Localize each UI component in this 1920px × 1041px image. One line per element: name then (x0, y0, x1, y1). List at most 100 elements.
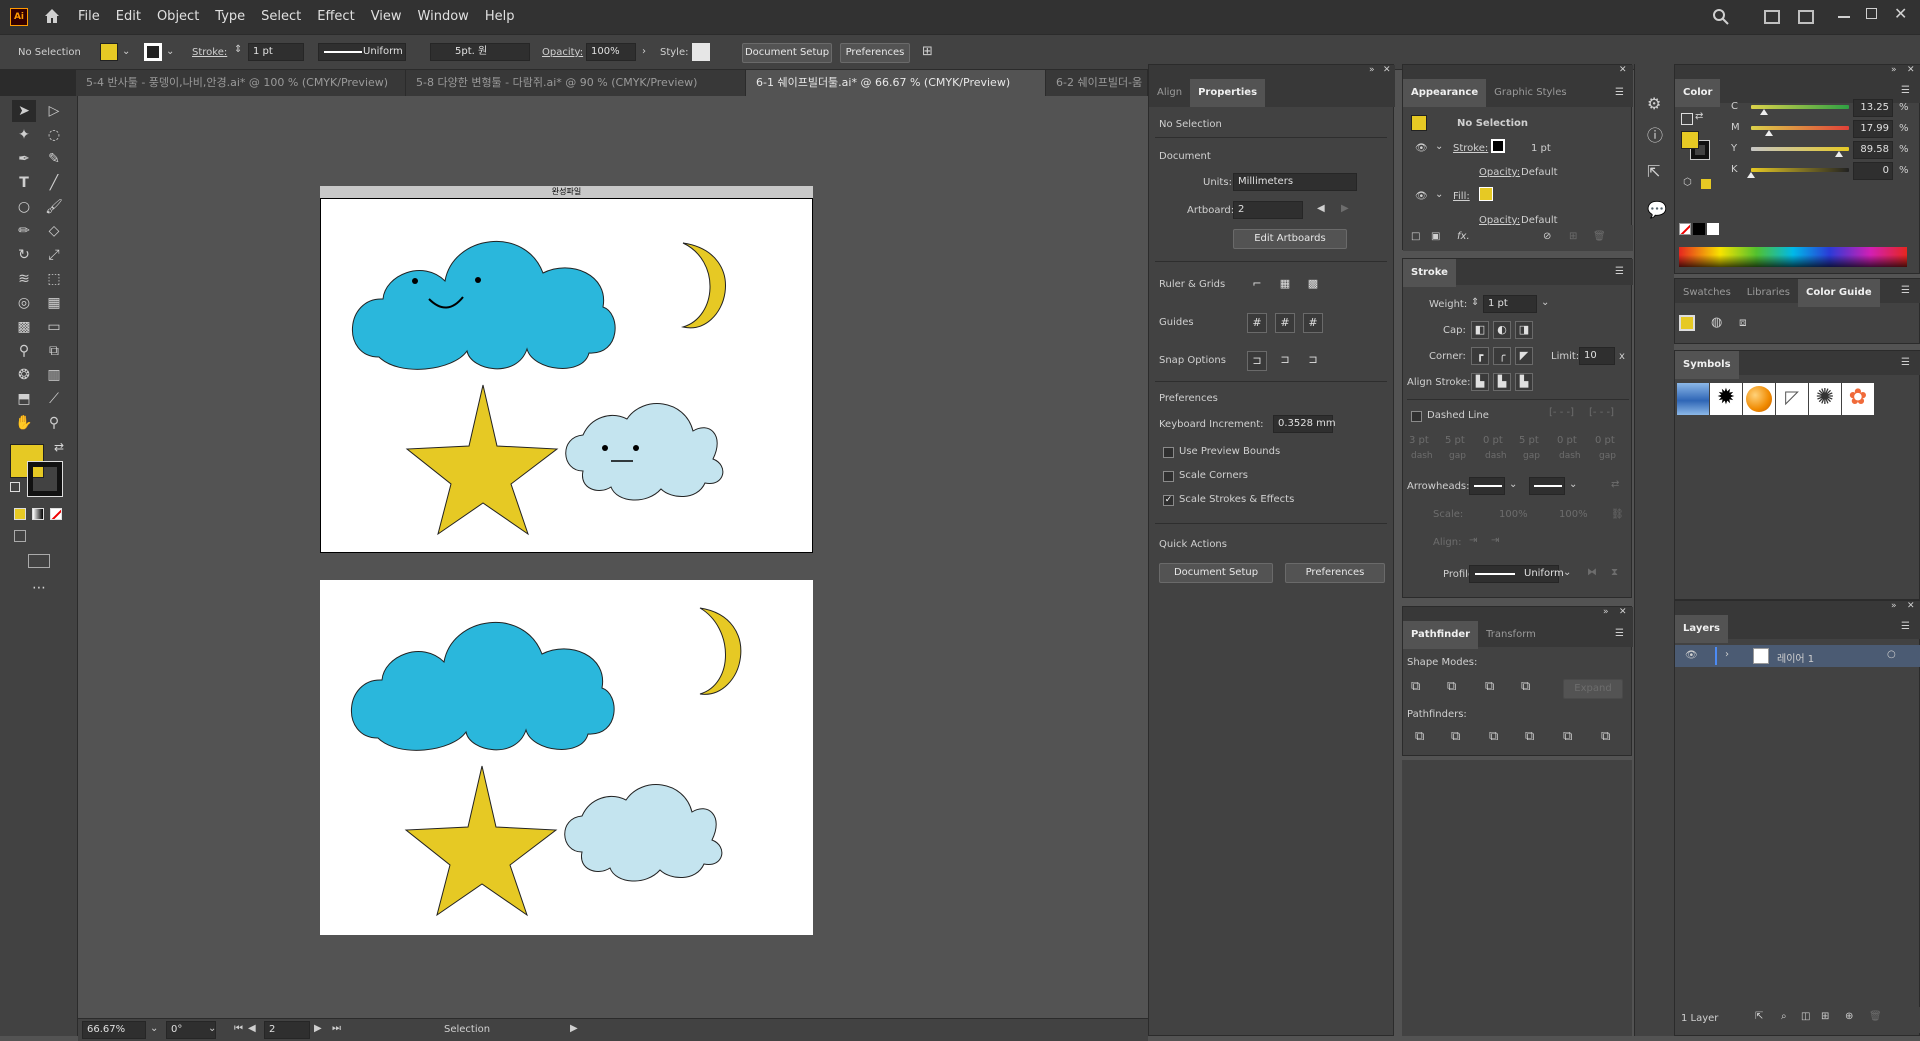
transparency-grid-icon[interactable]: ▩ (1303, 275, 1323, 295)
use-preview-bounds-checkbox[interactable] (1163, 447, 1174, 458)
symbol-splat[interactable]: ✹ (1710, 383, 1742, 415)
style-swatch[interactable] (692, 43, 710, 61)
type-tool-icon[interactable]: T (12, 172, 36, 194)
locate-object-icon[interactable]: ⌕ (1781, 1011, 1787, 1022)
none-swatch[interactable] (1679, 223, 1691, 235)
perspective-icon[interactable]: ▦ (42, 292, 66, 314)
new-layer-icon[interactable]: ⊕ (1845, 1011, 1853, 1022)
chevron-right-icon[interactable]: › (642, 46, 646, 57)
properties-icon[interactable]: ⚙ (1647, 94, 1661, 113)
slider-thumb-icon[interactable] (1834, 151, 1843, 157)
chevron-down-icon[interactable]: ⌄ (1435, 189, 1443, 200)
doc-tab-2[interactable]: 5-8 다양한 변형툴 - 다람쥐.ai* @ 90 % (CMYK/Previ… (406, 70, 746, 96)
dash-1[interactable]: 3 pt (1409, 435, 1429, 446)
smart-guides-icon[interactable]: # (1303, 313, 1323, 333)
symbol-orange-orb[interactable] (1743, 383, 1775, 415)
collapse-icon[interactable]: » (1369, 65, 1375, 75)
white-swatch[interactable] (1707, 223, 1719, 235)
scale-icon[interactable]: ⤢ (42, 244, 66, 266)
merge-icon[interactable]: ⧉ (1489, 729, 1498, 744)
trim-icon[interactable]: ⧉ (1451, 729, 1460, 744)
menu-object[interactable]: Object (149, 0, 207, 34)
symbol-paper[interactable]: ◸ (1776, 383, 1808, 415)
artboard-2[interactable] (320, 580, 813, 935)
symbol-flower[interactable]: ✿ (1842, 383, 1874, 415)
export-layer-icon[interactable]: ⇱ (1755, 1011, 1763, 1022)
export-icon[interactable]: ⇱ (1647, 162, 1660, 181)
menu-effect[interactable]: Effect (309, 0, 362, 34)
eye-icon[interactable]: 👁 (1415, 191, 1428, 202)
stroke-row-label[interactable]: Stroke: (1453, 143, 1488, 154)
layer-row[interactable]: 👁 › 레이어 1 ○ (1675, 645, 1920, 667)
add-fill-icon[interactable]: ▣ (1431, 231, 1440, 242)
chevron-down-icon[interactable]: ⌄ (150, 1023, 158, 1034)
dashed-line-checkbox[interactable] (1411, 411, 1422, 422)
arrange-documents-icon[interactable]: ⊞ (922, 44, 933, 59)
collapse-icon[interactable]: » (1891, 601, 1897, 611)
tab-stroke[interactable]: Stroke (1403, 259, 1456, 287)
expand-layer-icon[interactable]: › (1725, 649, 1729, 660)
panel-menu-icon[interactable]: ☰ (1615, 628, 1624, 639)
graph-icon[interactable]: ▥ (42, 364, 66, 386)
chevron-down-icon[interactable]: ⌄ (1569, 479, 1577, 490)
prev-artboard-icon[interactable]: ◀ (1317, 203, 1325, 214)
outline-icon[interactable]: ⧉ (1563, 729, 1572, 744)
add-stroke-icon[interactable]: □ (1411, 231, 1420, 242)
home-icon[interactable] (42, 6, 62, 26)
tab-symbols[interactable]: Symbols (1675, 351, 1739, 379)
tab-libraries[interactable]: Libraries (1739, 279, 1798, 307)
round-cap-icon[interactable]: ◐ (1493, 321, 1511, 339)
artboard-navigator[interactable]: 2 (264, 1021, 310, 1039)
eye-icon[interactable]: 👁 (1415, 143, 1428, 154)
gap-1[interactable]: 5 pt (1445, 435, 1465, 446)
swap-colors-icon[interactable]: ⇄ (54, 440, 64, 454)
delete-item-icon[interactable]: 🗑 (1593, 231, 1606, 242)
symbol-sprayer-icon[interactable]: ❂ (12, 364, 36, 386)
channel-slider[interactable] (1751, 168, 1849, 172)
close-icon[interactable]: ✕ (1907, 601, 1915, 611)
opacity-label[interactable]: Opacity: (542, 47, 583, 58)
preferences-button[interactable]: Preferences (840, 43, 910, 63)
panel-menu-icon[interactable]: ☰ (1901, 357, 1910, 368)
slider-thumb-icon[interactable] (1759, 109, 1768, 115)
align-inside-icon[interactable]: ▙ (1493, 373, 1511, 391)
panel-menu-icon[interactable]: ☰ (1901, 285, 1910, 296)
ruler-icon[interactable]: ⌐ (1247, 275, 1267, 295)
doc-tab-1[interactable]: 5-4 반사툴 - 풍뎅이,나비,안경.ai* @ 100 % (CMYK/Pr… (76, 70, 406, 96)
prev-artboard-icon[interactable]: ◀ (248, 1023, 256, 1034)
stepper-icon[interactable]: ⇕ (1471, 297, 1479, 308)
symbol-blue-banner[interactable] (1677, 383, 1709, 415)
chevron-down-icon[interactable]: ⌄ (1563, 567, 1571, 578)
curvature-tool-icon[interactable]: ✎ (42, 148, 66, 170)
rotate-icon[interactable]: ↻ (12, 244, 36, 266)
channel-value-field[interactable]: 17.99 (1853, 120, 1893, 138)
snap-point-icon[interactable]: ⊐ (1247, 351, 1267, 371)
free-transform-icon[interactable]: ⬚ (42, 268, 66, 290)
link-scale-icon[interactable]: ⛓ (1611, 509, 1624, 520)
selection-tool-icon[interactable]: ➤ (12, 100, 36, 122)
slice-icon[interactable]: ⟋ (42, 388, 66, 410)
panel-menu-icon[interactable]: ☰ (1901, 85, 1910, 96)
align-outside-icon[interactable]: ▙ (1515, 373, 1533, 391)
tab-properties[interactable]: Properties (1190, 79, 1266, 107)
menu-edit[interactable]: Edit (108, 0, 149, 34)
stroke-row-swatch[interactable] (1491, 139, 1505, 153)
magic-wand-icon[interactable]: ✦ (12, 124, 36, 146)
screen-mode-icon[interactable] (28, 554, 50, 568)
mesh-icon[interactable]: ▩ (12, 316, 36, 338)
status-menu-icon[interactable]: ▶ (570, 1023, 578, 1034)
stroke-swatch[interactable] (144, 43, 162, 61)
next-artboard-icon[interactable]: ▶ (314, 1023, 322, 1034)
brush-dropdown[interactable]: 5pt. 원 (430, 43, 530, 61)
expand-button[interactable]: Expand (1563, 679, 1623, 699)
gradient-mode-icon[interactable] (32, 508, 44, 520)
duplicate-item-icon[interactable]: ⊞ (1569, 231, 1577, 242)
paintbrush-icon[interactable]: 🖌 (42, 196, 66, 218)
end-arrowhead-dropdown[interactable] (1529, 477, 1565, 495)
opacity-field[interactable]: 100% (586, 43, 636, 61)
zoom-icon[interactable]: ⚲ (42, 412, 66, 434)
ellipse-tool-icon[interactable]: ○ (12, 196, 36, 218)
zoom-field[interactable]: 66.67% (82, 1021, 146, 1039)
clipping-mask-icon[interactable]: ◫ (1801, 1011, 1810, 1022)
menu-window[interactable]: Window (410, 0, 477, 34)
